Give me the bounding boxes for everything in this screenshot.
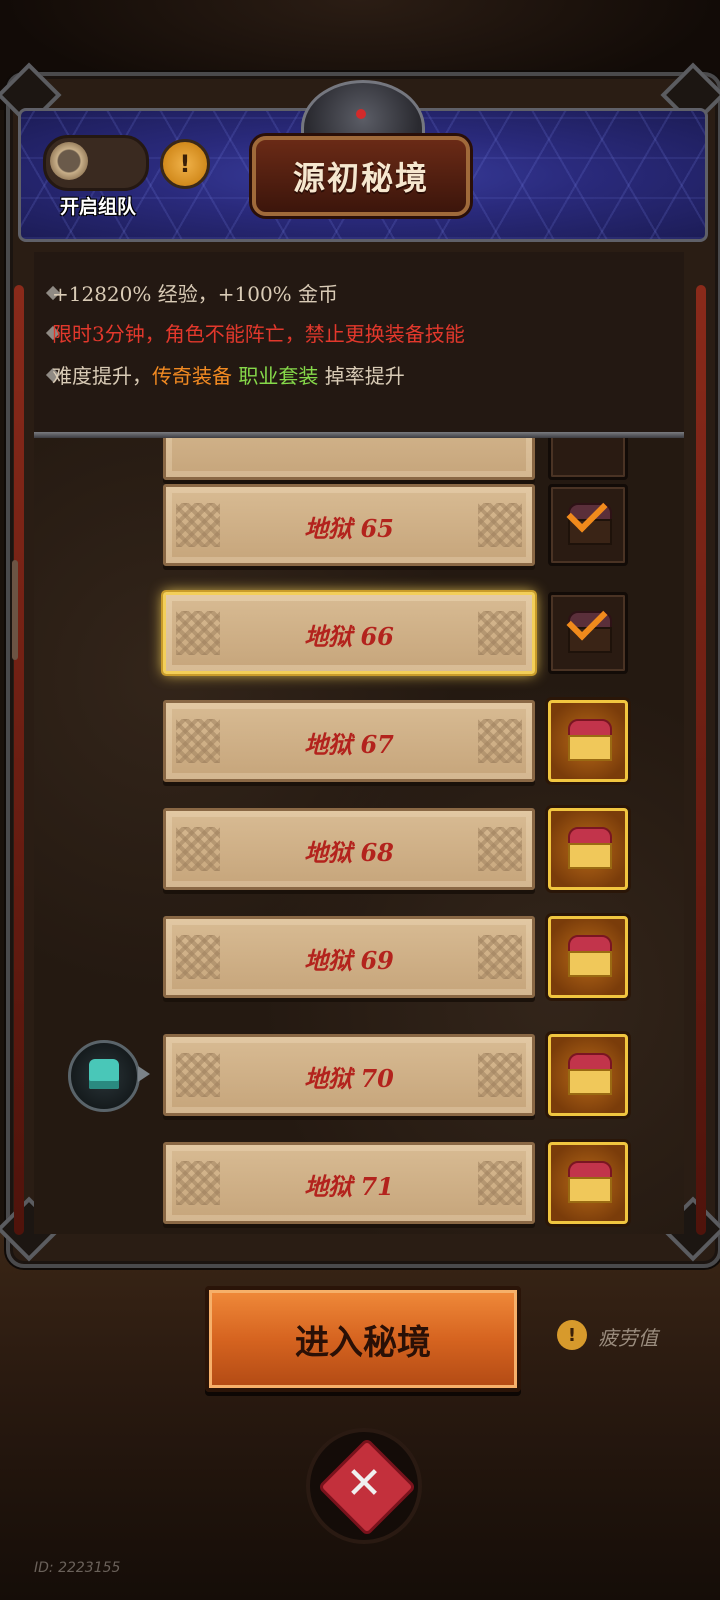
left-rail bbox=[14, 285, 24, 1235]
helmet-icon bbox=[89, 1059, 119, 1089]
chest-icon bbox=[568, 719, 612, 761]
title-plate: 源初秘境 bbox=[252, 136, 470, 216]
reward-chest-button[interactable] bbox=[548, 1034, 628, 1116]
reward-box-partial[interactable] bbox=[548, 438, 628, 480]
reward-claimed-button[interactable] bbox=[548, 484, 628, 566]
page-title: 源初秘境 bbox=[292, 159, 429, 197]
toggle-knob bbox=[50, 142, 88, 180]
level-label: 地狱 69 bbox=[304, 946, 394, 975]
drop-line-prefix: 难度提升， bbox=[52, 364, 152, 388]
team-toggle[interactable] bbox=[43, 135, 149, 191]
enter-dungeon-button[interactable]: 进入秘境 bbox=[205, 1286, 521, 1392]
fatigue-label[interactable]: 疲劳值 bbox=[598, 1322, 658, 1351]
info-icon[interactable]: ! bbox=[160, 139, 210, 189]
right-rail bbox=[696, 285, 706, 1235]
level-label: 地狱 67 bbox=[304, 730, 394, 759]
reward-chest-button[interactable] bbox=[548, 700, 628, 782]
reward-chest-button[interactable] bbox=[548, 808, 628, 890]
level-label: 地狱 71 bbox=[304, 1172, 394, 1201]
level-row[interactable]: 地狱 67 bbox=[163, 700, 535, 782]
skull-eye bbox=[356, 109, 366, 119]
current-position-marker bbox=[68, 1040, 140, 1112]
chest-icon bbox=[568, 827, 612, 869]
level-label: 地狱 66 bbox=[304, 622, 394, 651]
player-id: ID: 2223155 bbox=[34, 1560, 121, 1576]
chest-icon bbox=[568, 1053, 612, 1095]
level-row[interactable]: 地狱 70 bbox=[163, 1034, 535, 1116]
level-label: 地狱 70 bbox=[304, 1064, 394, 1093]
level-label: 地狱 68 bbox=[304, 838, 394, 867]
level-label: 地狱 65 bbox=[304, 514, 394, 543]
reward-chest-button[interactable] bbox=[548, 1142, 628, 1224]
rule-line: 限时3分钟，角色不能阵亡，禁止更换装备技能 bbox=[52, 322, 465, 346]
scrollbar[interactable] bbox=[12, 560, 18, 660]
drop-line: 难度提升，传奇装备 职业套装 掉率提升 bbox=[52, 360, 405, 389]
chest-icon bbox=[568, 1161, 612, 1203]
crossed-swords-icon: ✕ bbox=[345, 1458, 383, 1509]
team-toggle-label: 开启组队 bbox=[59, 196, 136, 218]
chest-icon bbox=[568, 935, 612, 977]
level-row[interactable]: 地狱 68 bbox=[163, 808, 535, 890]
class-set-text: 职业套装 bbox=[238, 364, 319, 388]
reward-chest-button[interactable] bbox=[548, 916, 628, 998]
legendary-gear-text: 传奇装备 bbox=[152, 364, 232, 388]
reward-claimed-button[interactable] bbox=[548, 592, 628, 674]
level-row[interactable]: 地狱 69 bbox=[163, 916, 535, 998]
pointer-arrow-icon bbox=[138, 1066, 150, 1082]
drop-line-suffix: 掉率提升 bbox=[318, 364, 405, 388]
level-row-partial[interactable] bbox=[163, 438, 535, 480]
level-row-selected[interactable]: 地狱 66 bbox=[163, 592, 535, 674]
level-row[interactable]: 地狱 65 bbox=[163, 484, 535, 566]
fatigue-info-icon[interactable]: ! bbox=[557, 1320, 587, 1350]
battle-button[interactable]: ✕ bbox=[306, 1428, 422, 1544]
bonus-line: +12820% 经验，+100% 金币 bbox=[52, 282, 339, 306]
level-row[interactable]: 地狱 71 bbox=[163, 1142, 535, 1224]
